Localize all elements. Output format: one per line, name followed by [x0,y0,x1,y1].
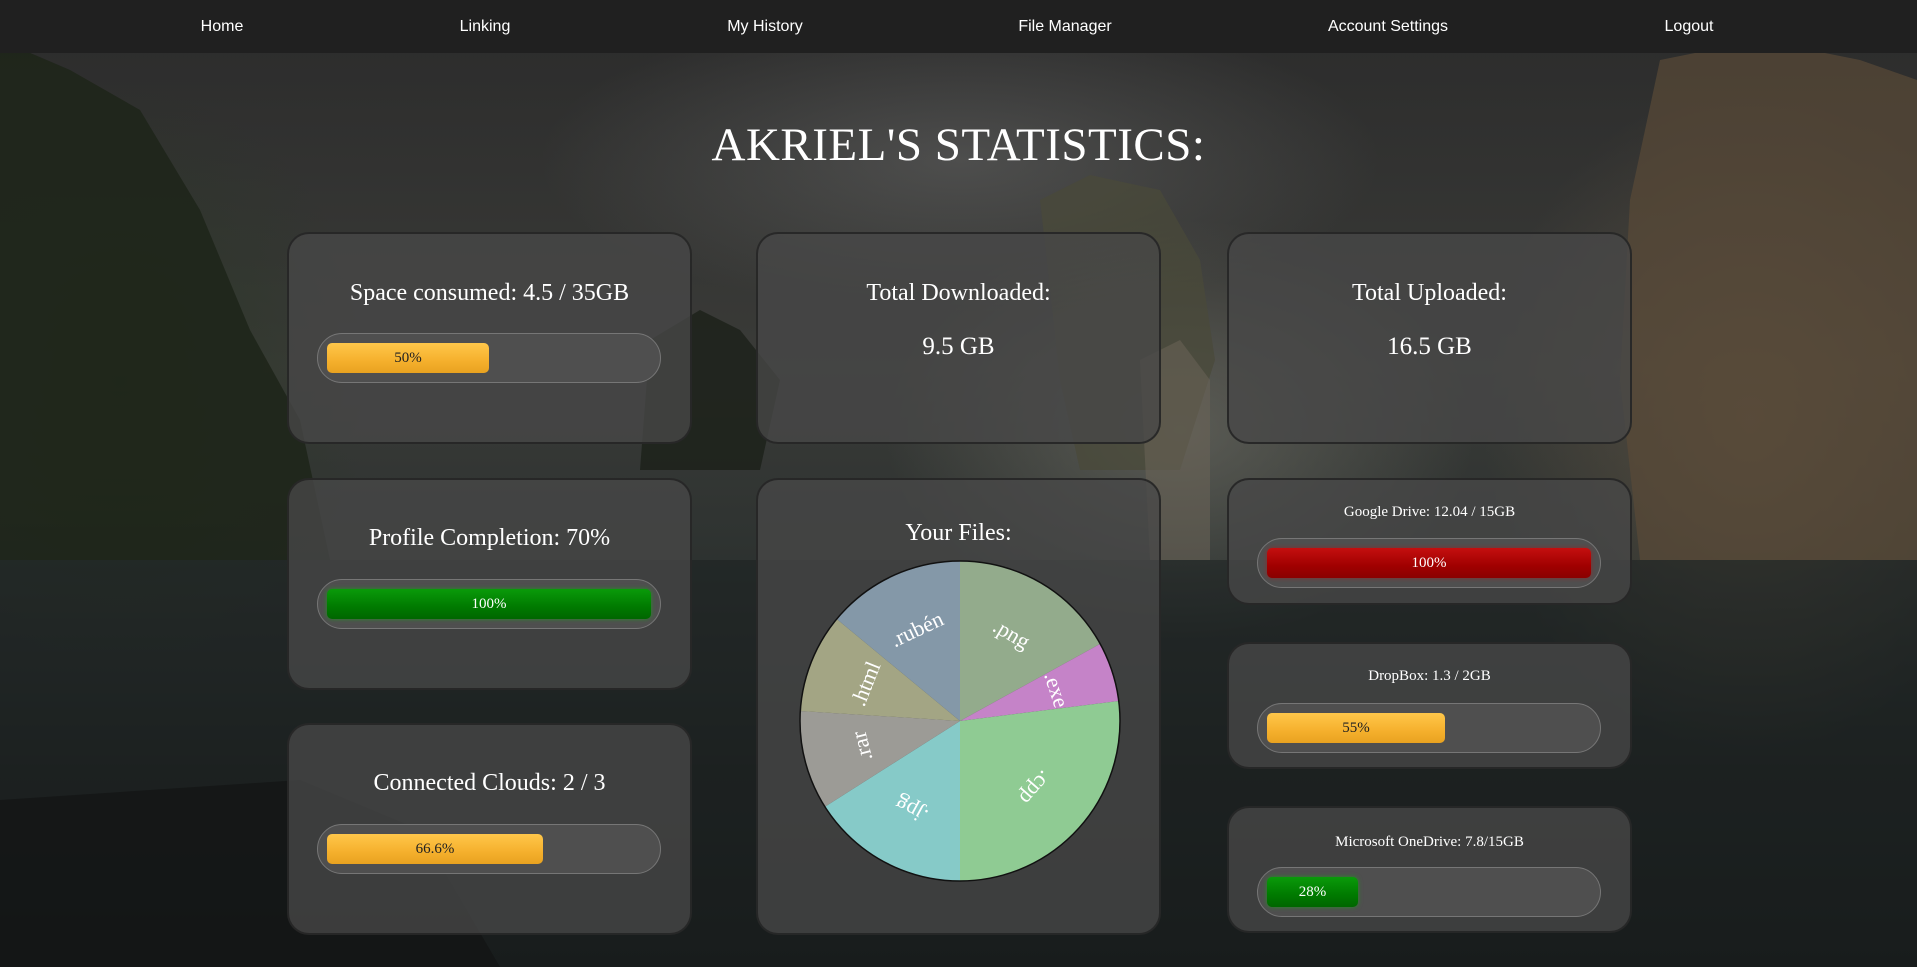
clouds-progress-fill: 66.6% [327,834,543,864]
total-downloaded-card: Total Downloaded: 9.5 GB [756,232,1161,444]
space-progress-track: 50% [317,333,661,383]
dropbox-progress-fill: 55% [1267,713,1445,743]
dropbox-progress-track: 55% [1257,703,1601,753]
space-progress-fill: 50% [327,343,489,373]
google-drive-label: Google Drive: 12.04 / 15GB [1343,504,1516,520]
profile-completion-card: Profile Completion: 70% 100% [287,478,692,690]
total-downloaded-value: 9.5 GB [922,333,995,360]
space-progress-text: 50% [394,349,422,366]
connected-clouds-card: Connected Clouds: 2 / 3 66.6% [287,723,692,935]
total-uploaded-value: 16.5 GB [1387,333,1472,360]
onedrive-progress-track: 28% [1257,867,1601,917]
nav-my-history[interactable]: My History [727,18,803,36]
google-drive-progress-track: 100% [1257,538,1601,588]
nav-logout[interactable]: Logout [1665,18,1714,36]
total-uploaded-card: Total Uploaded: 16.5 GB [1227,232,1632,444]
profile-progress-track: 100% [317,579,661,629]
your-files-card: Your Files: .png .exe .cpp .jpg .rar .html .ru… [756,478,1161,935]
google-drive-progress-text: 100% [1411,554,1447,571]
total-uploaded-label: Total Uploaded: [1352,280,1507,306]
google-drive-progress-fill: 100% [1267,548,1591,578]
page-title: AKRIEL'S STATISTICS: [711,119,1206,171]
onedrive-label: Microsoft OneDrive: 7.8/15GB [1335,834,1524,850]
nav-account-settings[interactable]: Account Settings [1328,18,1448,36]
space-consumed-label: Space consumed: 4.5 / 35GB [349,280,630,306]
onedrive-card: Microsoft OneDrive: 7.8/15GB 28% [1227,806,1632,933]
clouds-progress-text: 66.6% [415,840,455,857]
onedrive-progress-fill: 28% [1267,877,1358,907]
onedrive-progress-text: 28% [1298,883,1327,900]
file-types-pie-chart: .png.exe.cpp.jpg.rar.html.rubén [799,560,1121,882]
dropbox-label: DropBox: 1.3 / 2GB [1368,668,1491,684]
dropbox-card: DropBox: 1.3 / 2GB 55% [1227,642,1632,769]
total-downloaded-label: Total Downloaded: [866,280,1051,306]
nav-home[interactable]: Home [201,18,244,36]
profile-completion-label: Profile Completion: 70% [368,525,611,551]
nav-file-manager[interactable]: File Manager [1018,18,1111,36]
connected-clouds-label: Connected Clouds: 2 / 3 [373,770,606,796]
nav-linking[interactable]: Linking [460,18,511,36]
profile-progress-text: 100% [471,595,507,612]
top-navigation: Home Linking My History File Manager Acc… [0,0,1917,53]
profile-progress-fill: 100% [327,589,651,619]
google-drive-card: Google Drive: 12.04 / 15GB 100% [1227,478,1632,605]
dropbox-progress-text: 55% [1342,719,1370,736]
clouds-progress-track: 66.6% [317,824,661,874]
space-consumed-card: Space consumed: 4.5 / 35GB 50% [287,232,692,444]
